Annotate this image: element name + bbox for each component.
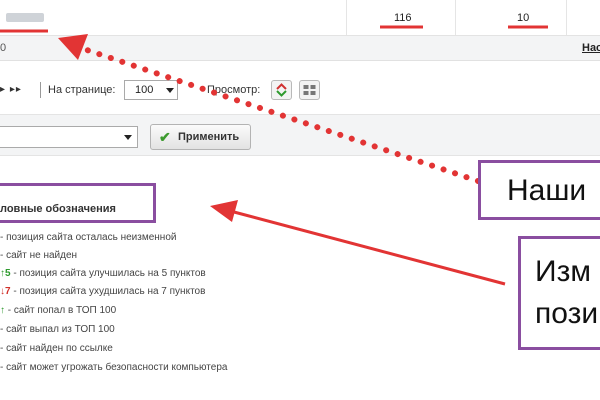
callout-text-1: Наши [507,174,587,207]
column-divider [346,0,347,35]
callout-text-2a: Изм [535,255,591,288]
legend-item: ↓7 - позиция сайта ухудшилась на 7 пункт… [0,286,206,297]
stats-row [0,0,600,36]
stat-value-2: 10 [517,12,530,24]
legend-item: - сайт найден по ссылке [0,343,113,354]
callout-box-2: Изм пози [518,236,600,350]
grid-view-icon [303,85,316,95]
callout-box-1: Наши [478,160,600,220]
legend-item: - сайт выпал из ТОП 100 [0,324,115,335]
toolbar-divider [40,82,41,98]
column-divider [455,0,456,35]
row-fragment: 0 [0,42,7,54]
apply-label: Применить [178,131,240,143]
blurred-site-name [6,13,44,22]
last-page-icon[interactable]: ▸▸ [10,84,22,95]
legend-item: ↑ - сайт попал в ТОП 100 [0,305,117,316]
filter-select[interactable] [0,126,138,148]
legend-item: - сайт может угрожать безопасности компь… [0,362,228,373]
column-divider [566,0,567,35]
dropdown-arrow-icon [166,88,174,93]
callout-text-2b: пози [535,297,599,330]
dropdown-arrow-icon [124,135,132,140]
annotation-arrow [233,210,506,286]
per-page-label: На странице: [48,84,116,96]
legend-highlight-box [0,183,156,223]
stat-value-1: 116 [394,12,412,24]
up-down-arrows-icon [276,83,287,97]
legend-item: - позиция сайта осталась неизменной [0,232,177,243]
pagination-arrows[interactable]: ▸ ▸▸ [0,84,22,95]
legend-item: - сайт не найден [0,250,78,261]
view-positions-button[interactable] [271,80,292,100]
annotation-arrowhead [210,200,238,222]
checkmark-icon: ✔ [159,129,171,145]
per-page-value: 100 [135,84,154,96]
legend-item: ↑5 - позиция сайта улучшилась на 5 пункт… [0,268,206,279]
view-grid-button[interactable] [299,80,320,100]
settings-link[interactable]: Нас [582,42,600,54]
view-label: Просмотр: [207,84,261,96]
per-page-select[interactable]: 100 [124,80,178,100]
table-header-row [0,36,600,61]
apply-button[interactable]: ✔ Применить [150,124,251,150]
play-next-icon[interactable]: ▸ [0,84,6,95]
